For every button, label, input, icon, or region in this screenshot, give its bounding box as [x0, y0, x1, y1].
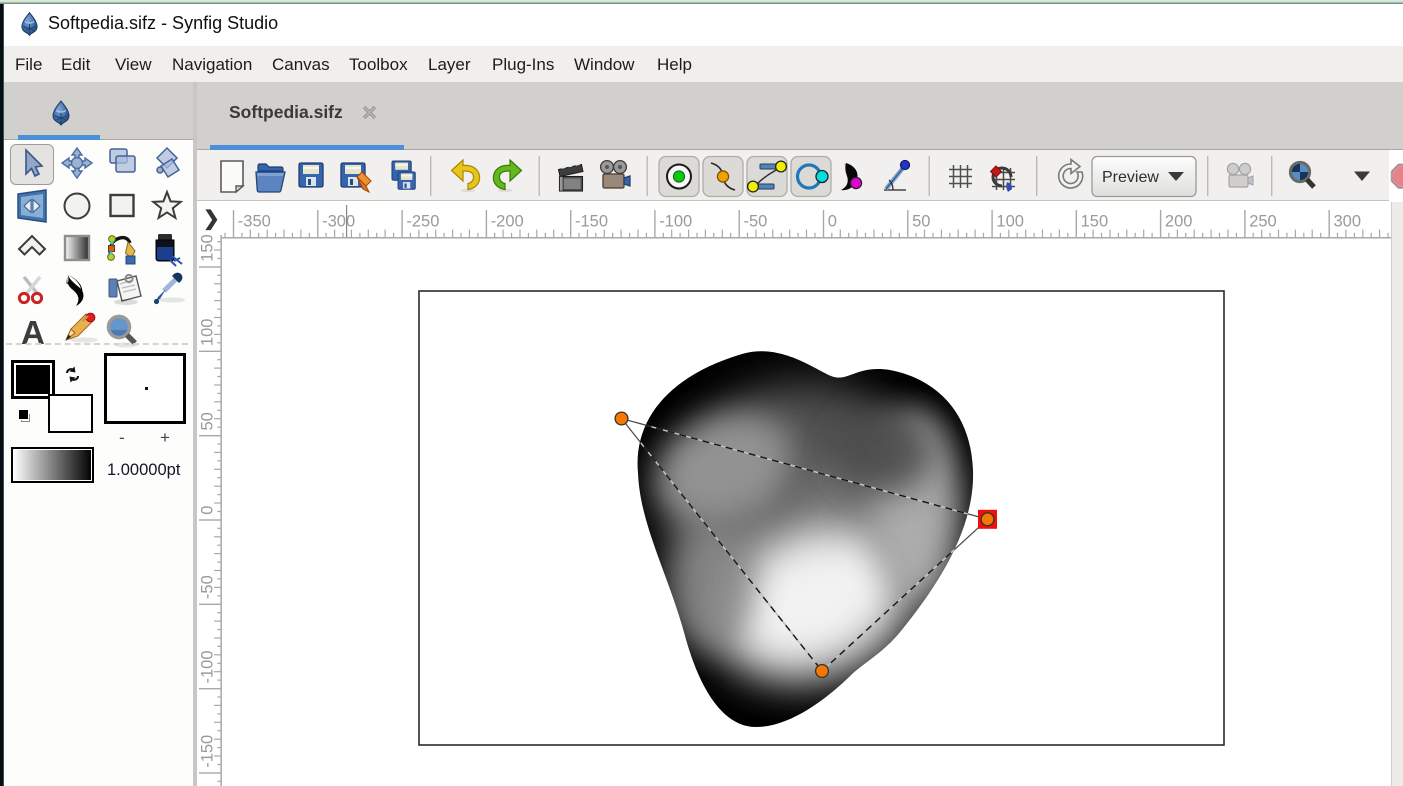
svg-text:-150: -150	[575, 213, 608, 231]
svg-text:0: 0	[828, 213, 837, 231]
svg-text:-100: -100	[659, 213, 692, 231]
svg-text:-50: -50	[199, 575, 217, 599]
svg-text:-150: -150	[199, 735, 217, 768]
svg-text:-50: -50	[744, 213, 768, 231]
svg-text:150: 150	[199, 235, 217, 262]
svg-text:100: 100	[199, 319, 217, 347]
svg-text:-300: -300	[322, 213, 355, 231]
svg-text:Preview: Preview	[1102, 169, 1159, 186]
svg-text:0: 0	[199, 506, 217, 515]
svg-text:-250: -250	[406, 213, 439, 231]
svg-text:300: 300	[1334, 213, 1362, 231]
svg-text:150: 150	[1081, 213, 1109, 231]
svg-text:250: 250	[1249, 213, 1277, 231]
svg-text:100: 100	[996, 213, 1024, 231]
svg-text:-100: -100	[199, 650, 217, 683]
svg-text:-350: -350	[238, 213, 271, 231]
svg-text:200: 200	[1165, 213, 1193, 231]
svg-text:50: 50	[199, 412, 217, 430]
svg-text:50: 50	[912, 213, 930, 231]
svg-text:-200: -200	[491, 213, 524, 231]
